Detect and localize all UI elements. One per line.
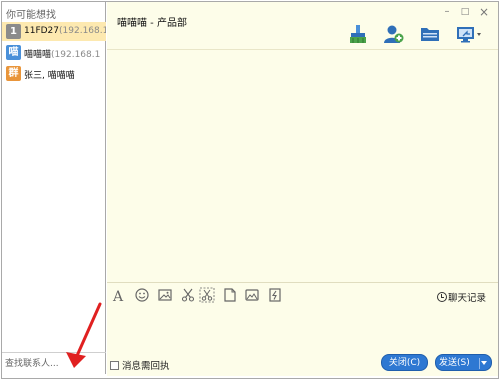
chat-header: 喵喵喵 - 产品部 – □ ×	[107, 2, 498, 48]
divider	[107, 282, 498, 283]
maximize-button[interactable]: □	[459, 6, 471, 18]
avatar: 喵	[6, 45, 21, 60]
chat-history-label: 聊天记录	[448, 293, 487, 304]
contact-row-group[interactable]: 群 张三, 喵喵喵	[2, 64, 106, 83]
chevron-down-icon[interactable]	[481, 361, 487, 365]
broom-icon[interactable]	[347, 24, 369, 44]
divider	[479, 358, 480, 369]
contact-row-11fd27[interactable]: 1 11FD27(192.168.1	[2, 22, 106, 41]
screenshot-cut-icon[interactable]	[199, 287, 215, 303]
emoji-icon[interactable]	[134, 287, 150, 303]
contact-ip: (192.168.1	[59, 26, 106, 36]
font-icon[interactable]: A	[111, 287, 127, 305]
avatar: 1	[6, 24, 21, 39]
message-area[interactable]	[107, 50, 498, 282]
contact-name: 喵喵喵	[24, 50, 52, 60]
contact-name: 张三, 喵喵喵	[24, 71, 75, 81]
read-receipt-option[interactable]: 消息需回执	[110, 358, 170, 372]
close-window-button[interactable]: ×	[478, 6, 490, 18]
screen-share-icon[interactable]	[455, 24, 483, 44]
contact-name: 11FD27	[24, 26, 60, 36]
group-avatar: 群	[6, 66, 21, 81]
cut-icon[interactable]	[180, 287, 196, 303]
suggestion-heading: 你可能想找	[6, 10, 56, 21]
read-receipt-label: 消息需回执	[122, 361, 170, 372]
file-icon[interactable]	[222, 287, 238, 303]
contact-row-miaomiaomiao[interactable]: 喵 喵喵喵(192.168.1	[2, 43, 106, 62]
contact-ip: (192.168.1	[51, 50, 101, 60]
message-input[interactable]	[107, 306, 498, 348]
folder-icon[interactable]	[419, 24, 441, 44]
svg-text:A: A	[112, 289, 124, 303]
clock-icon	[437, 292, 447, 302]
add-contact-icon[interactable]	[383, 24, 405, 44]
close-button[interactable]: 关闭(C)	[381, 354, 428, 371]
send-button[interactable]: 发送(S)	[435, 354, 492, 371]
chat-title: 喵喵喵 - 产品部	[117, 18, 187, 29]
picture-folder-icon[interactable]	[244, 287, 260, 303]
send-label: 发送(S)	[439, 358, 470, 368]
image-icon[interactable]	[157, 287, 173, 303]
annotation-arrow-icon	[66, 302, 102, 368]
chat-pane: 喵喵喵 - 产品部 – □ × A 聊天记录 消息需回执 关闭(C) 发送(S)	[107, 2, 498, 376]
minimize-button[interactable]: –	[441, 6, 453, 18]
chat-history-link[interactable]: 聊天记录	[437, 290, 486, 304]
shake-icon[interactable]	[267, 287, 283, 303]
